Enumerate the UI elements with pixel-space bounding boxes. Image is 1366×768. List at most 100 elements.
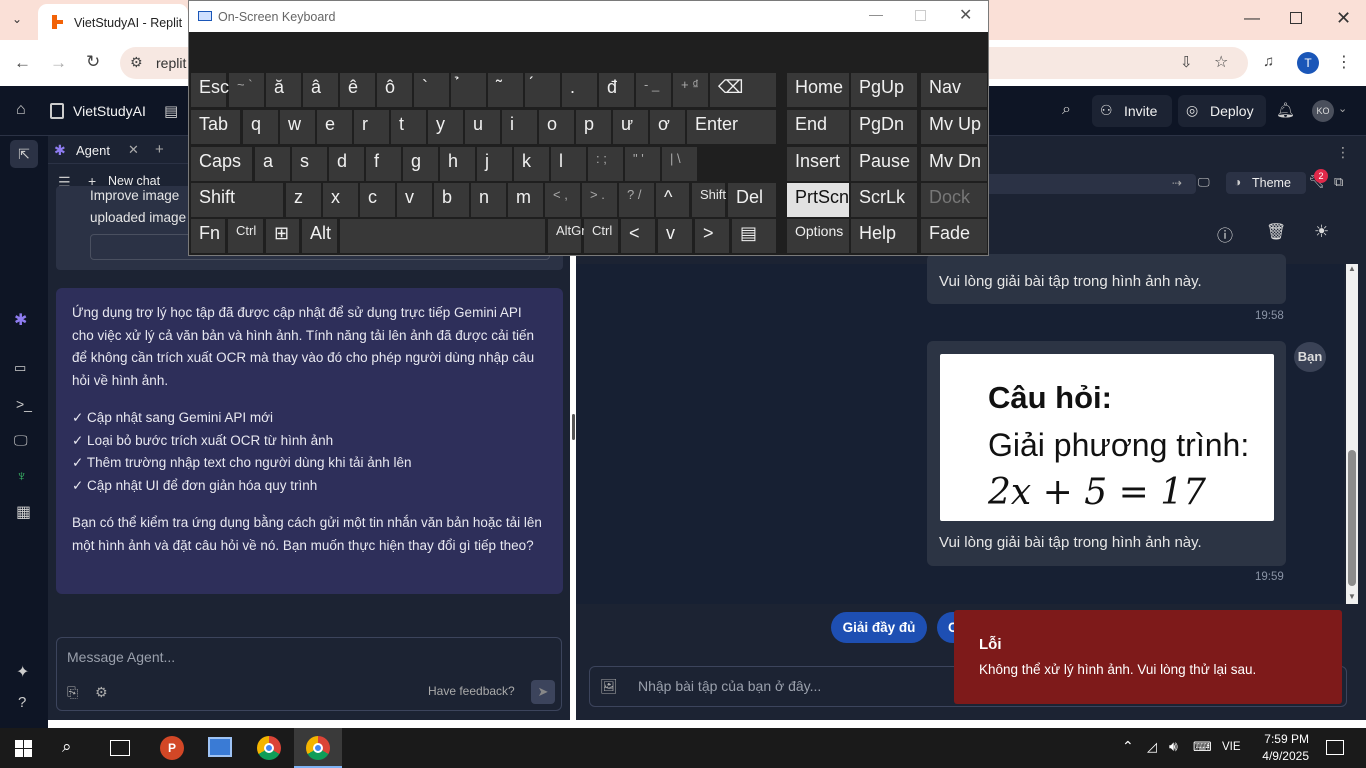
osk-key[interactable]: > . xyxy=(582,183,617,217)
osk-key[interactable]: o xyxy=(539,110,574,144)
bookmark-star-icon[interactable]: ☆ xyxy=(1214,52,1228,72)
image-upload-icon[interactable]: 🖼︎ xyxy=(600,678,618,695)
osk-key[interactable]: ? / xyxy=(619,183,654,217)
osk-key[interactable]: ă xyxy=(266,73,301,107)
osk-key[interactable]: j xyxy=(477,147,512,181)
scroll-up-icon[interactable]: ▲ xyxy=(1348,264,1356,273)
osk-key[interactable]: q xyxy=(243,110,278,144)
osk-key[interactable]: Enter xyxy=(687,110,776,144)
osk-key[interactable]: . xyxy=(562,73,597,107)
info-icon[interactable]: ⓘ xyxy=(1217,222,1233,246)
agent-tool-icon[interactable]: ✱ xyxy=(14,310,27,330)
osk-nav-key[interactable]: Fade xyxy=(921,219,987,253)
osk-key[interactable]: AltGr xyxy=(548,219,586,253)
send-button[interactable]: ➤ xyxy=(531,680,555,704)
webview-url-field[interactable]: ⇢ xyxy=(976,174,1196,194)
osk-minimize-icon[interactable]: — xyxy=(869,6,883,22)
chat-scrollbar[interactable]: ▲ ▼ xyxy=(1346,264,1358,604)
show-hidden-icons-icon[interactable]: ⌃ xyxy=(1122,738,1134,755)
open-url-arrow-icon[interactable]: ⇢ xyxy=(1172,176,1182,190)
volume-icon[interactable]: 🔊︎ xyxy=(1169,738,1178,755)
osk-key[interactable]: Esc xyxy=(191,73,229,107)
osk-key[interactable]: t xyxy=(391,110,426,144)
scrollbar-thumb[interactable] xyxy=(1348,450,1356,586)
osk-key[interactable]: : ; xyxy=(588,147,623,181)
collapse-panel-icon[interactable]: ⇱ xyxy=(10,140,38,168)
osk-key[interactable]: + ₫ xyxy=(673,73,708,107)
more-options-icon[interactable]: ⋮ xyxy=(1336,144,1350,161)
chrome-app-icon[interactable] xyxy=(257,736,281,760)
osk-key[interactable]: ê xyxy=(340,73,375,107)
osk-nav-key[interactable]: Nav xyxy=(921,73,987,107)
agent-message-box[interactable]: Message Agent... ⎘ ⚙ Have feedback? ➤ xyxy=(56,637,562,711)
osk-nav-key[interactable]: Mv Dn xyxy=(921,147,987,181)
osk-key[interactable]: Alt xyxy=(302,219,337,253)
windows-start-icon[interactable] xyxy=(15,740,32,757)
close-tab-icon[interactable]: ✕ xyxy=(128,142,139,158)
osk-key[interactable]: < , xyxy=(545,183,580,217)
osk-key[interactable]: w xyxy=(280,110,315,144)
osk-nav-key[interactable]: Options xyxy=(787,219,849,253)
osk-key[interactable]: Ctrl xyxy=(584,219,618,253)
osk-key[interactable]: v xyxy=(397,183,432,217)
network-icon[interactable]: ◿ xyxy=(1147,739,1157,755)
search-icon[interactable]: ⌕ xyxy=(1062,101,1071,119)
user-avatar[interactable]: KO xyxy=(1312,100,1334,122)
minimize-icon[interactable]: — xyxy=(1244,10,1260,28)
media-control-icon[interactable]: ♫ xyxy=(1263,53,1274,70)
osk-key[interactable]: ^ xyxy=(656,183,689,217)
panel-resize-handle[interactable] xyxy=(572,414,575,440)
osk-key[interactable]: ▤ xyxy=(732,219,776,253)
osk-key[interactable]: f xyxy=(366,147,401,181)
language-indicator[interactable]: VIE xyxy=(1222,741,1241,753)
osk-key[interactable]: ô xyxy=(377,73,412,107)
osk-key[interactable]: ⊞ xyxy=(266,219,299,253)
osk-key[interactable]: Tab xyxy=(191,110,240,144)
help-icon[interactable]: ? xyxy=(18,694,26,711)
site-info-icon[interactable]: ⚙ xyxy=(130,54,143,71)
osk-key[interactable]: > xyxy=(695,219,729,253)
osk-nav-key[interactable]: Pause xyxy=(851,147,917,181)
home-icon[interactable]: ⌂ xyxy=(16,101,26,119)
install-app-icon[interactable]: ⇩ xyxy=(1180,53,1193,71)
osk-key[interactable]: u xyxy=(465,110,500,144)
deployments-icon[interactable]: ♆ xyxy=(16,468,27,485)
task-view-icon[interactable] xyxy=(110,740,130,756)
remote-desktop-app-icon[interactable] xyxy=(208,737,232,757)
osk-key[interactable]: ́ xyxy=(525,73,560,107)
theme-sun-icon[interactable]: ☀ xyxy=(1314,222,1329,242)
osk-key[interactable] xyxy=(340,219,545,253)
back-icon[interactable]: ← xyxy=(14,53,31,73)
osk-key[interactable]: z xyxy=(286,183,321,217)
forward-icon[interactable]: → xyxy=(50,53,67,73)
osk-key[interactable]: c xyxy=(360,183,395,217)
osk-key[interactable]: Caps xyxy=(191,147,252,181)
osk-key[interactable]: v xyxy=(658,219,692,253)
open-new-tab-icon[interactable]: ⧉ xyxy=(1334,174,1343,190)
osk-key[interactable]: ư xyxy=(613,110,648,144)
webview-icon[interactable]: 🖵︎ xyxy=(14,432,28,449)
tab-agent[interactable]: Agent xyxy=(76,143,110,158)
theme-button[interactable]: ◑ Theme xyxy=(1226,172,1306,194)
all-tools-icon[interactable]: ▦ xyxy=(16,502,31,522)
osk-nav-key[interactable]: PrtScn xyxy=(787,183,849,217)
osk-key[interactable]: Shift xyxy=(692,183,726,217)
deploy-button[interactable]: ◎ Deploy xyxy=(1178,95,1266,127)
attach-icon[interactable]: ⎘ xyxy=(67,684,78,701)
osk-nav-key[interactable]: ScrLk xyxy=(851,183,917,217)
osk-key[interactable]: ̃ xyxy=(488,73,523,107)
scroll-down-icon[interactable]: ▼ xyxy=(1348,592,1356,601)
osk-key[interactable]: ơ xyxy=(650,110,685,144)
console-icon[interactable]: >_ xyxy=(16,396,32,412)
device-icon[interactable]: 🖵︎ xyxy=(1198,175,1210,190)
input-method-icon[interactable]: ⌨ xyxy=(1193,739,1212,755)
osk-key[interactable]: Del xyxy=(728,183,776,217)
osk-key[interactable]: â xyxy=(303,73,338,107)
notification-bell-icon[interactable]: 🔔︎ xyxy=(1276,101,1295,119)
uploaded-question-image[interactable]: Câu hỏi: Giải phương trình: 2x + 5 = 17 xyxy=(940,354,1274,521)
osk-nav-key[interactable]: Insert xyxy=(787,147,849,181)
osk-key[interactable]: d xyxy=(329,147,364,181)
osk-maximize-icon[interactable] xyxy=(915,10,926,21)
quick-action-button[interactable]: Giải đầy đủ xyxy=(831,612,927,643)
osk-nav-key[interactable]: Dock xyxy=(921,183,987,217)
